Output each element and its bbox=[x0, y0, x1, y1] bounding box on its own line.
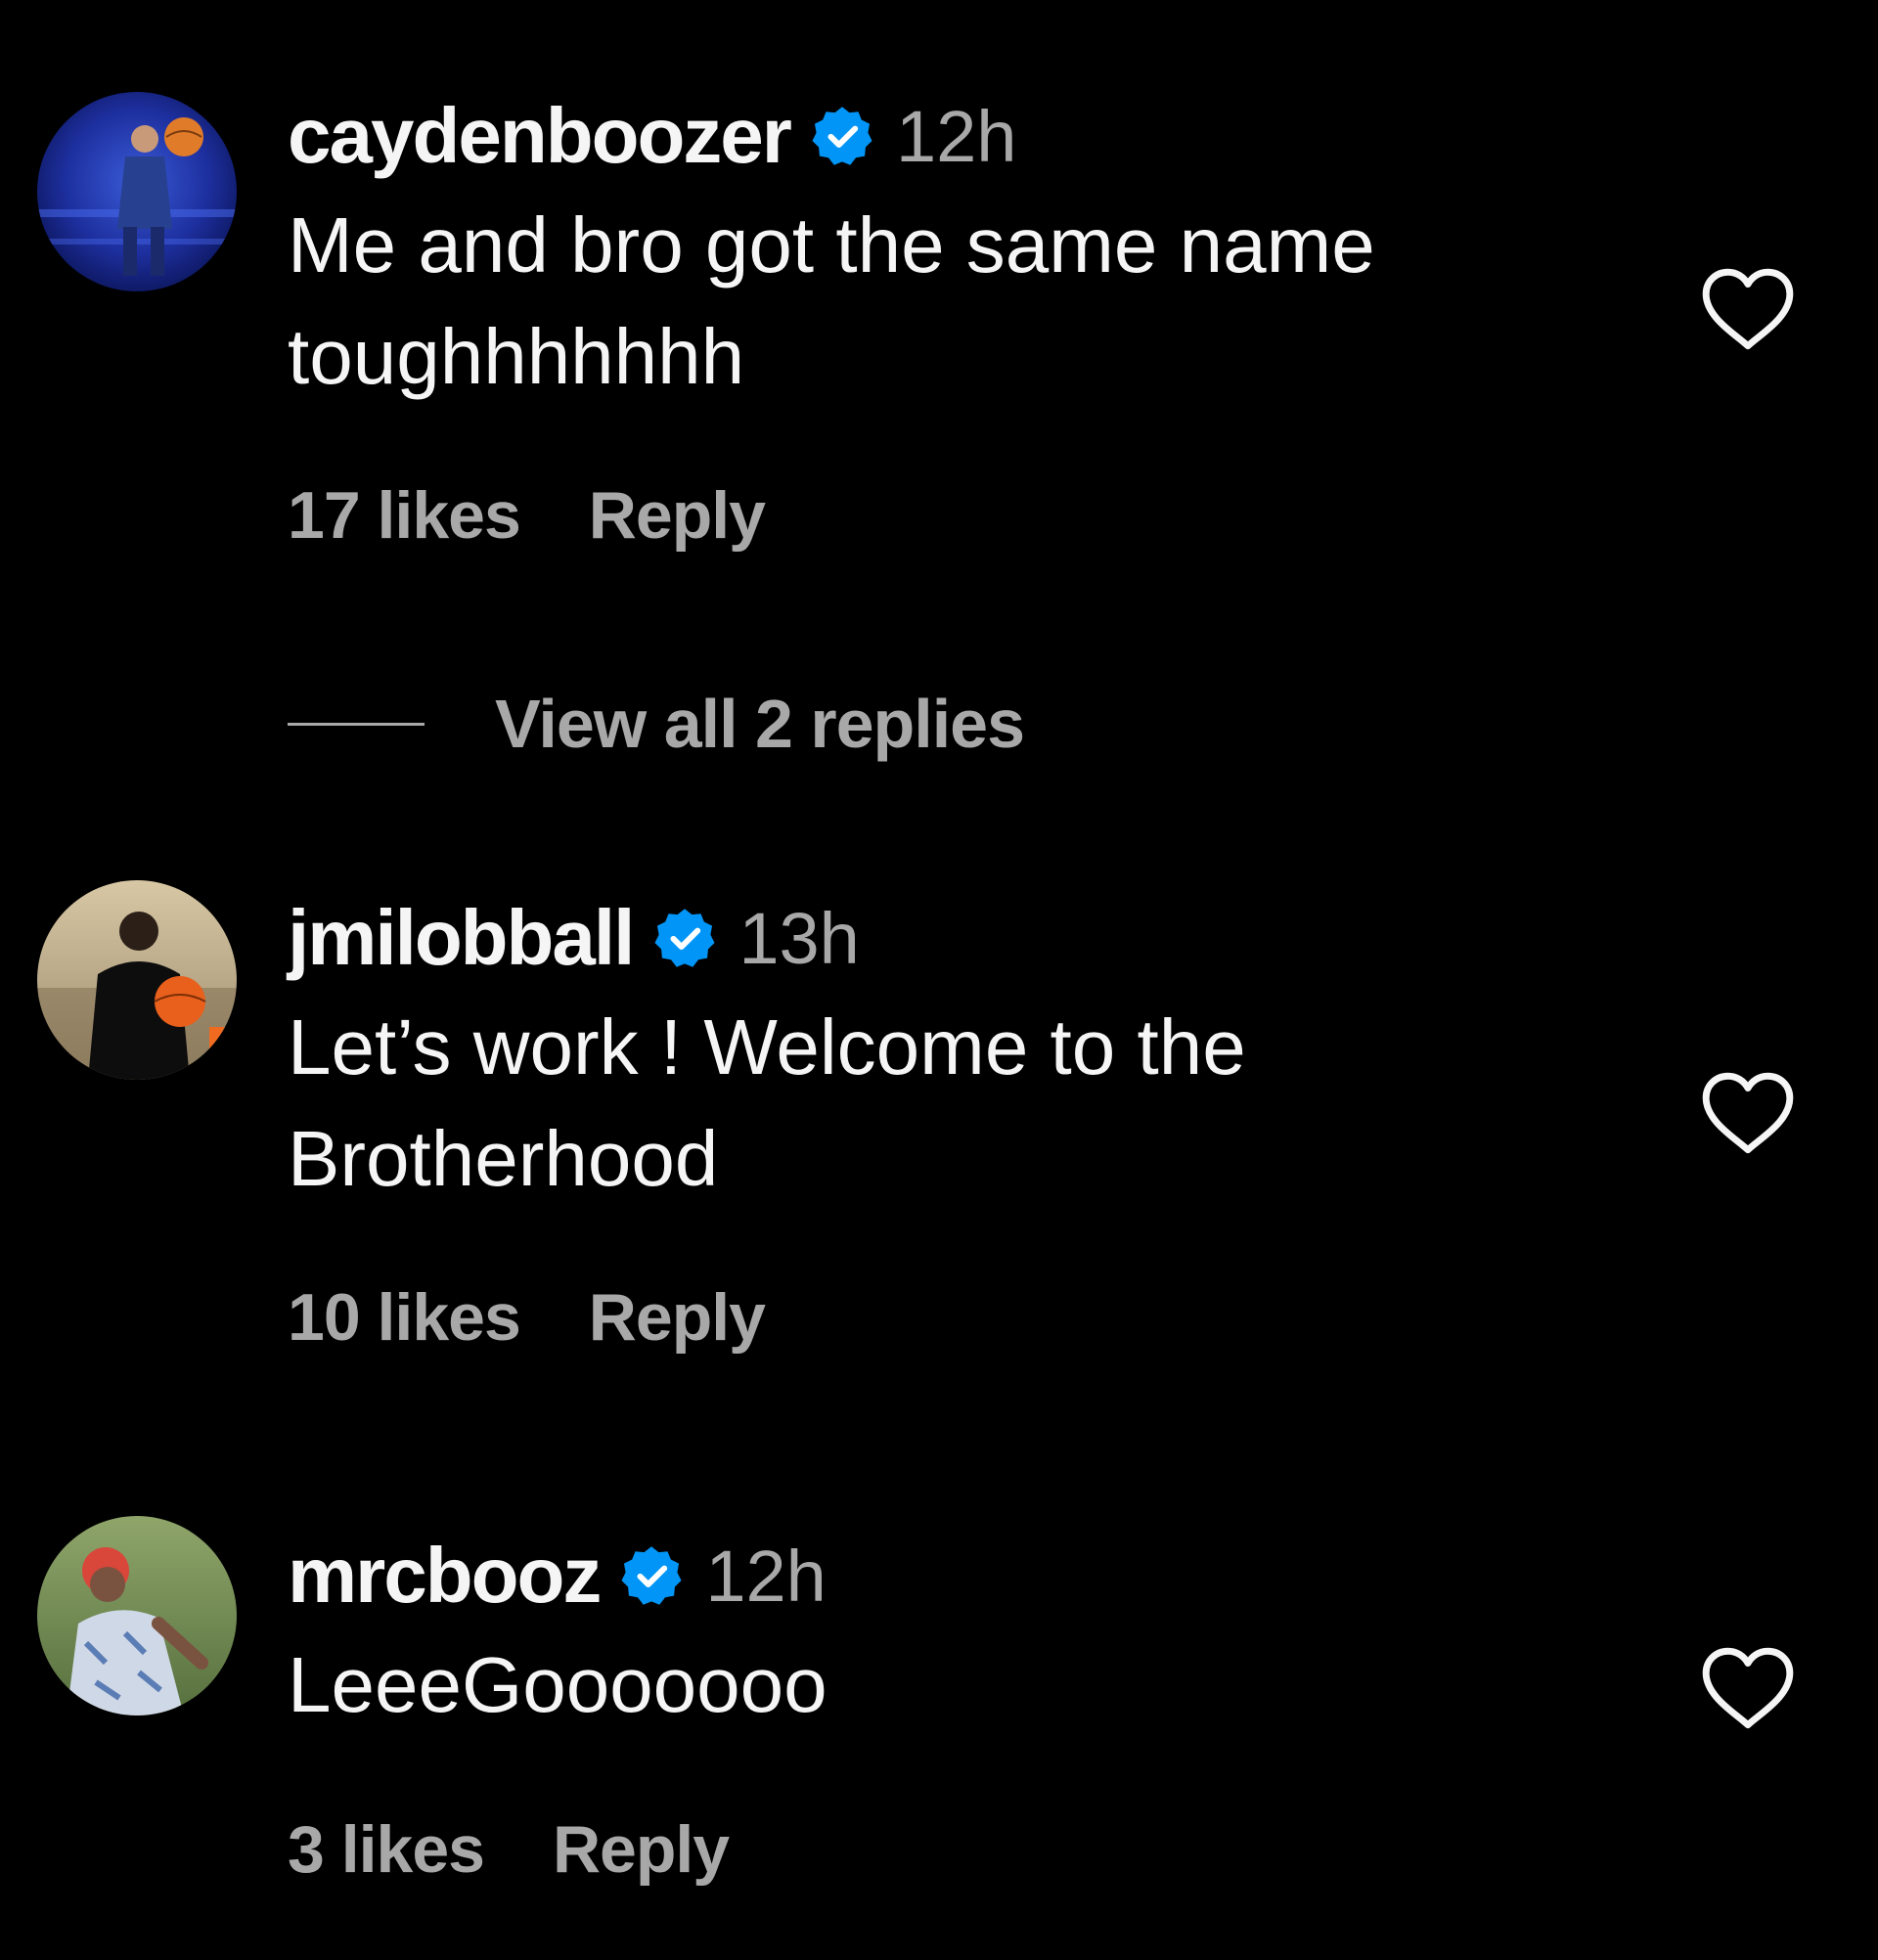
likes-count[interactable]: 3 likes bbox=[288, 1811, 485, 1888]
comment-text: Me and bro got the same name toughhhhhhh bbox=[288, 190, 1375, 413]
verified-badge-icon bbox=[619, 1543, 684, 1608]
heart-outline-icon[interactable] bbox=[1698, 1645, 1798, 1733]
comment-text-line: toughhhhhhh bbox=[288, 313, 745, 400]
comment-text: Let’s work ! Welcome to the Brotherhood bbox=[288, 992, 1246, 1215]
comment-text-line: LeeeGooooooo bbox=[288, 1641, 827, 1728]
avatar[interactable] bbox=[37, 880, 237, 1080]
timestamp: 12h bbox=[895, 95, 1017, 177]
comment-meta: 10 likes Reply bbox=[288, 1279, 766, 1356]
username[interactable]: mrcbooz bbox=[288, 1531, 602, 1621]
username[interactable]: jmilobball bbox=[288, 893, 635, 983]
view-replies-label: View all 2 replies bbox=[495, 686, 1025, 762]
likes-count[interactable]: 17 likes bbox=[288, 477, 521, 554]
avatar-basketball-player-icon bbox=[37, 92, 237, 291]
avatar[interactable] bbox=[37, 92, 237, 291]
likes-count[interactable]: 10 likes bbox=[288, 1279, 521, 1356]
reply-button[interactable]: Reply bbox=[589, 477, 766, 554]
reply-button[interactable]: Reply bbox=[589, 1279, 766, 1356]
verified-badge-icon bbox=[810, 104, 874, 168]
comment-text: LeeeGooooooo bbox=[288, 1629, 827, 1741]
avatar-person-outdoors-icon bbox=[37, 1516, 237, 1715]
comment-text-line: Me and bro got the same name bbox=[288, 201, 1375, 289]
verified-badge-icon bbox=[652, 906, 717, 970]
timestamp: 12h bbox=[705, 1535, 827, 1617]
view-replies-button[interactable]: View all 2 replies bbox=[288, 685, 1025, 763]
comment-header: mrcbooz 12h bbox=[288, 1532, 827, 1620]
comment-header: jmilobball 13h bbox=[288, 894, 860, 982]
reply-button[interactable]: Reply bbox=[553, 1811, 730, 1888]
heart-outline-icon[interactable] bbox=[1698, 1070, 1798, 1158]
comment-text-line: Brotherhood bbox=[288, 1115, 719, 1202]
comment-text-line: Let’s work ! Welcome to the bbox=[288, 1003, 1246, 1091]
heart-outline-icon[interactable] bbox=[1698, 266, 1798, 354]
avatar-coach-icon bbox=[37, 880, 237, 1080]
divider-line bbox=[288, 722, 425, 726]
comment-meta: 3 likes Reply bbox=[288, 1811, 730, 1888]
comment-meta: 17 likes Reply bbox=[288, 477, 766, 554]
username[interactable]: caydenboozer bbox=[288, 91, 792, 181]
comment-header: caydenboozer 12h bbox=[288, 92, 1016, 180]
avatar[interactable] bbox=[37, 1516, 237, 1715]
timestamp: 13h bbox=[738, 897, 860, 979]
